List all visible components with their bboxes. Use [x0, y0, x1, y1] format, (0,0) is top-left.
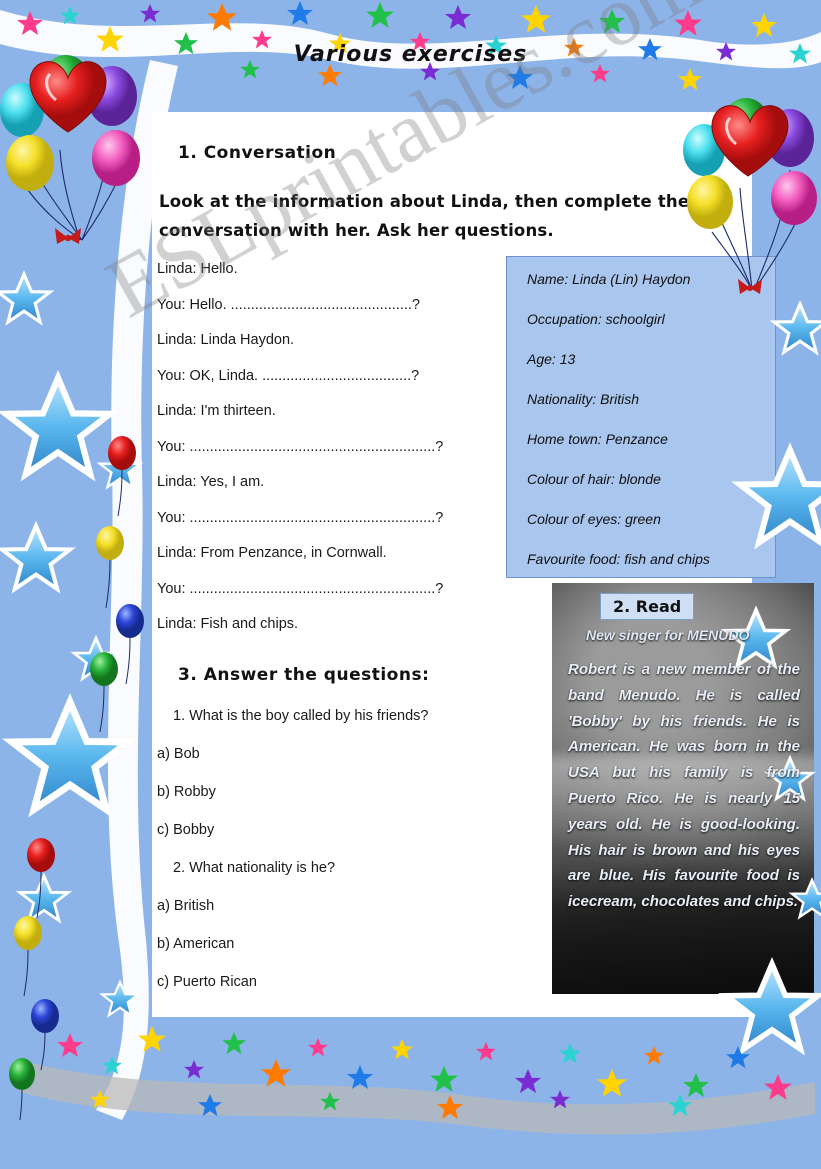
page-title: Various exercises — [293, 42, 528, 67]
info-label: Occupation: — [527, 311, 602, 327]
info-label: Colour of hair: — [527, 471, 615, 487]
info-label: Nationality: — [527, 391, 597, 407]
balloon-small-yellow-1 — [105, 559, 111, 609]
section1-instruction: Look at the information about Linda, the… — [159, 188, 719, 246]
balloon-bunch-left — [21, 129, 119, 241]
answer-option[interactable]: a) British — [157, 898, 557, 914]
question-text: 2. What nationality is he? — [173, 860, 336, 876]
linda-info-card: Name: Linda (Lin) Haydon Occupation: sch… — [506, 256, 776, 578]
answer-option[interactable]: a) Bob — [157, 746, 557, 762]
info-row: Occupation: schoolgirl — [527, 311, 759, 327]
answer-option[interactable]: b) Robby — [157, 784, 557, 800]
section3-questions: 1. What is the boy called by his friends… — [157, 708, 557, 1012]
section1-instruction-line2: conversation with her. Ask her questions… — [159, 220, 554, 240]
balloon-small-red-1 — [117, 469, 123, 517]
info-value: fish and chips — [624, 551, 710, 567]
info-value: Penzance — [605, 431, 668, 447]
section2-subtitle: New singer for MENUDO — [586, 627, 750, 643]
balloon-small-green-1 — [99, 685, 105, 733]
info-label: Home town: — [527, 431, 602, 447]
info-value: 13 — [559, 351, 576, 367]
info-value: Linda (Lin) Haydon — [572, 271, 691, 287]
balloon-right-pink — [771, 171, 817, 225]
question-text: 1. What is the boy called by his friends… — [173, 708, 429, 724]
section1-instruction-line1: Look at the information about Linda, the… — [159, 192, 690, 211]
worksheet-page: Various exercises 1. Conversation Look a… — [0, 0, 821, 1169]
info-row: Colour of hair: blonde — [527, 471, 759, 487]
info-row: Home town: Penzance — [527, 431, 759, 447]
balloon-small-blue-1 — [125, 637, 131, 685]
balloon-small-green-2 — [19, 1089, 23, 1121]
balloon-right-purple — [766, 109, 814, 167]
info-label: Favourite food: — [527, 551, 621, 567]
answer-option[interactable]: c) Puerto Rican — [157, 974, 557, 990]
info-row: Name: Linda (Lin) Haydon — [527, 271, 759, 287]
balloon-small-blue-2 — [40, 1031, 46, 1071]
section1-heading: 1. Conversation — [178, 143, 337, 163]
info-row: Colour of eyes: green — [527, 511, 759, 527]
info-row: Favourite food: fish and chips — [527, 551, 759, 567]
balloon-left-cyan — [0, 83, 44, 137]
info-value: British — [600, 391, 640, 407]
info-value: green — [625, 511, 661, 527]
balloon-left-heart — [29, 61, 107, 133]
balloon-left-pink — [92, 130, 140, 186]
balloon-left-bow — [55, 228, 81, 244]
info-value: schoolgirl — [605, 311, 665, 327]
info-label: Age: — [527, 351, 556, 367]
info-row: Age: 13 — [527, 351, 759, 367]
balloon-left-purple — [87, 66, 137, 126]
section3-heading: 3. Answer the questions: — [178, 665, 430, 685]
info-row: Nationality: British — [527, 391, 759, 407]
info-label: Colour of eyes: — [527, 511, 622, 527]
balloon-small-red-2 — [36, 871, 42, 919]
section2-body: Robert is a new member of the band Menud… — [568, 661, 800, 911]
info-value: blonde — [618, 471, 661, 487]
balloon-left-yellow — [6, 135, 54, 191]
section2-read-box: 2. Read New singer for MENUDO Robert is … — [552, 583, 814, 994]
answer-option[interactable]: b) American — [157, 936, 557, 952]
section2-badge: 2. Read — [600, 593, 695, 620]
answer-option[interactable]: c) Bobby — [157, 822, 557, 838]
info-label: Name: — [527, 271, 569, 287]
balloon-small-yellow-2 — [23, 949, 29, 997]
